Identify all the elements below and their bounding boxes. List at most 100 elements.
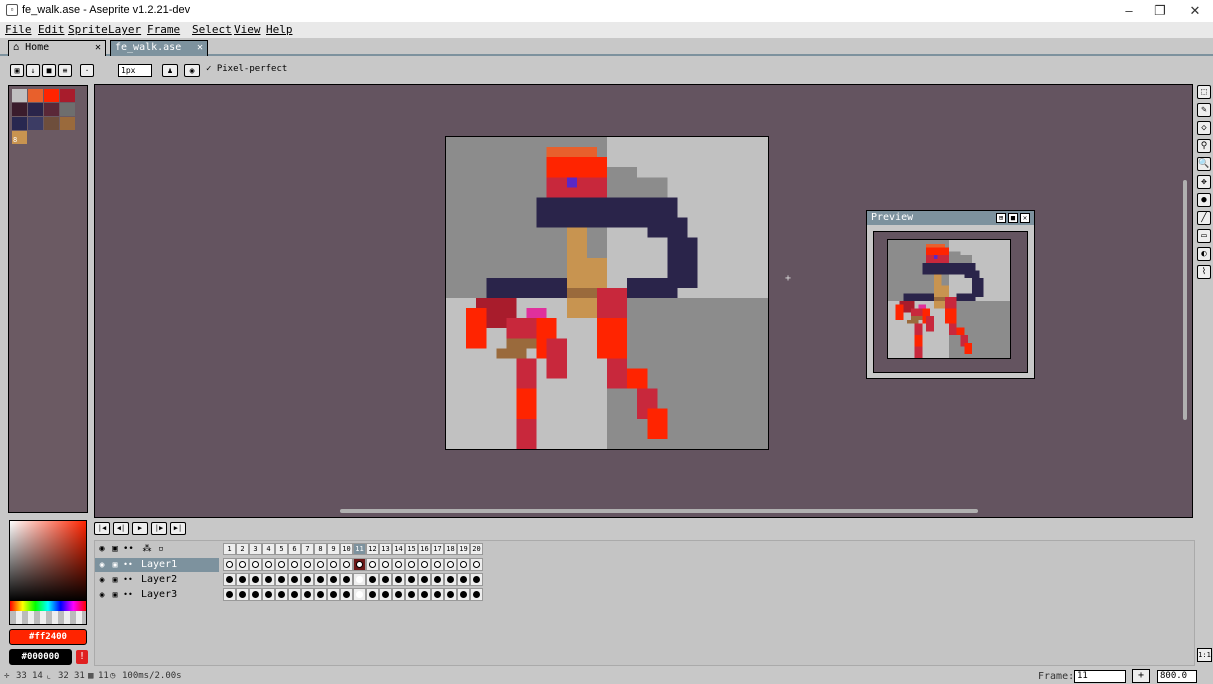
layer-row[interactable]: ◉ ▣ •• Layer3 — [95, 588, 219, 602]
timeline-cel[interactable] — [379, 588, 392, 601]
zoom-icon[interactable]: 🔍 — [1197, 157, 1211, 171]
maximize-button[interactable]: ❐ — [1145, 2, 1175, 20]
alpha-slider[interactable] — [10, 611, 86, 624]
timeline-cel[interactable] — [314, 558, 327, 571]
timeline-cel[interactable] — [275, 588, 288, 601]
layer-row[interactable]: ◉ ▣ •• Layer1 — [95, 558, 219, 572]
eraser-icon[interactable]: ◇ — [1197, 121, 1211, 135]
last-frame-icon[interactable]: ▶| — [170, 522, 186, 535]
timeline-cel[interactable] — [457, 588, 470, 601]
rectangle-icon[interactable]: ▭ — [1197, 229, 1211, 243]
timeline-cel[interactable] — [418, 573, 431, 586]
timeline-cel[interactable] — [405, 573, 418, 586]
palette-sort-icon[interactable]: ↓ — [26, 64, 40, 77]
timeline-cel[interactable] — [262, 573, 275, 586]
layer-visibility-icon[interactable]: ◉ — [97, 589, 107, 600]
timeline-cel[interactable] — [249, 588, 262, 601]
palette-swatch[interactable] — [44, 103, 59, 116]
frame-header[interactable]: 18 — [444, 543, 457, 555]
continuous-header-icon[interactable]: •• — [123, 544, 134, 554]
layer-group-icon[interactable]: ▫ — [156, 544, 166, 554]
frame-header[interactable]: 3 — [249, 543, 262, 555]
palette-lock-icon[interactable]: ▣ — [10, 64, 24, 77]
frame-header[interactable]: 10 — [340, 543, 353, 555]
timeline-cel[interactable] — [457, 558, 470, 571]
preview-close-icon[interactable]: ✕ — [1020, 213, 1030, 223]
add-frame-icon[interactable]: + — [1132, 669, 1150, 683]
frame-header[interactable]: 19 — [457, 543, 470, 555]
timeline-cel[interactable] — [366, 558, 379, 571]
fill-icon[interactable]: ● — [1197, 193, 1211, 207]
palette-swatch[interactable] — [28, 103, 43, 116]
marquee-icon[interactable]: ⬚ — [1197, 85, 1211, 99]
layer-visibility-icon[interactable]: ◉ — [97, 559, 107, 570]
timeline-cel[interactable] — [327, 588, 340, 601]
menu-sprite[interactable]: Sprite — [68, 23, 108, 36]
frame-header[interactable]: 5 — [275, 543, 288, 555]
timeline-cel[interactable] — [340, 558, 353, 571]
timeline-cel[interactable] — [275, 558, 288, 571]
timeline-cel[interactable] — [431, 588, 444, 601]
timeline-cel[interactable] — [366, 588, 379, 601]
color-spectrum[interactable] — [9, 520, 87, 625]
zoom-reset-button[interactable]: 1:1 — [1197, 648, 1212, 662]
frame-header[interactable]: 13 — [379, 543, 392, 555]
timeline-cel[interactable] — [392, 558, 405, 571]
pencil-icon[interactable]: ✎ — [1197, 103, 1211, 117]
brush-size-input[interactable]: 1px — [118, 64, 152, 77]
play-icon[interactable]: ▶ — [132, 522, 148, 535]
palette-swatch[interactable] — [60, 103, 75, 116]
palette-preset-icon[interactable]: ■ — [42, 64, 56, 77]
timeline-cel[interactable] — [418, 558, 431, 571]
timeline-cel[interactable] — [353, 573, 366, 586]
layer-row[interactable]: ◉ ▣ •• Layer2 — [95, 573, 219, 587]
preview-center-icon[interactable]: ⊞ — [996, 213, 1006, 223]
close-button[interactable]: ✕ — [1180, 2, 1210, 20]
timeline-cel[interactable] — [236, 573, 249, 586]
timeline-cel[interactable] — [457, 573, 470, 586]
timeline-cel[interactable] — [327, 573, 340, 586]
zoom-level-input[interactable]: 800.0 — [1157, 670, 1197, 683]
palette-swatch[interactable] — [28, 89, 43, 102]
lock-header-icon[interactable]: ▣ — [110, 544, 120, 554]
timeline-cel[interactable] — [236, 558, 249, 571]
frame-header[interactable]: 12 — [366, 543, 379, 555]
palette-swatch[interactable] — [28, 117, 43, 130]
layer-lock-icon[interactable]: ▣ — [110, 559, 120, 570]
menu-frame[interactable]: Frame — [147, 23, 180, 36]
frame-header[interactable]: 14 — [392, 543, 405, 555]
timeline-cel[interactable] — [275, 573, 288, 586]
timeline-cel[interactable] — [223, 558, 236, 571]
background-color-button[interactable]: #000000 — [9, 649, 72, 665]
horizontal-scrollbar[interactable] — [340, 509, 978, 513]
timeline-cel[interactable] — [353, 588, 366, 601]
layer-lock-icon[interactable]: ▣ — [110, 574, 120, 585]
tab-home[interactable]: ⌂ Home ✕ — [8, 40, 106, 56]
frame-header[interactable]: 11 — [353, 543, 366, 555]
frame-header[interactable]: 4 — [262, 543, 275, 555]
frame-header[interactable]: 8 — [314, 543, 327, 555]
timeline-cel[interactable] — [444, 558, 457, 571]
timeline-cel[interactable] — [431, 573, 444, 586]
timeline-cel[interactable] — [405, 588, 418, 601]
brush-icon[interactable]: ⌇ — [1197, 265, 1211, 279]
timeline-cel[interactable] — [314, 588, 327, 601]
palette-swatch[interactable] — [44, 89, 59, 102]
timeline-cel[interactable] — [470, 573, 483, 586]
timeline-cel[interactable] — [431, 558, 444, 571]
sprite-canvas[interactable] — [445, 136, 769, 450]
palette-swatch[interactable] — [44, 117, 59, 130]
palette-options-icon[interactable]: ≡ — [58, 64, 72, 77]
timeline-cel[interactable] — [470, 588, 483, 601]
palette-swatch[interactable] — [12, 103, 27, 116]
saturation-value-area[interactable] — [10, 521, 86, 601]
ink-type-icon[interactable]: ♟ — [162, 64, 178, 77]
timeline-cel[interactable] — [418, 588, 431, 601]
layer-name[interactable]: Layer1 — [141, 558, 177, 572]
foreground-color-button[interactable]: #ff2400 — [9, 629, 87, 645]
move-icon[interactable]: ✥ — [1197, 175, 1211, 189]
warning-icon[interactable]: ! — [76, 650, 88, 664]
layer-lock-icon[interactable]: ▣ — [110, 589, 120, 600]
blob-icon[interactable]: ◐ — [1197, 247, 1211, 261]
timeline-cel[interactable] — [236, 588, 249, 601]
